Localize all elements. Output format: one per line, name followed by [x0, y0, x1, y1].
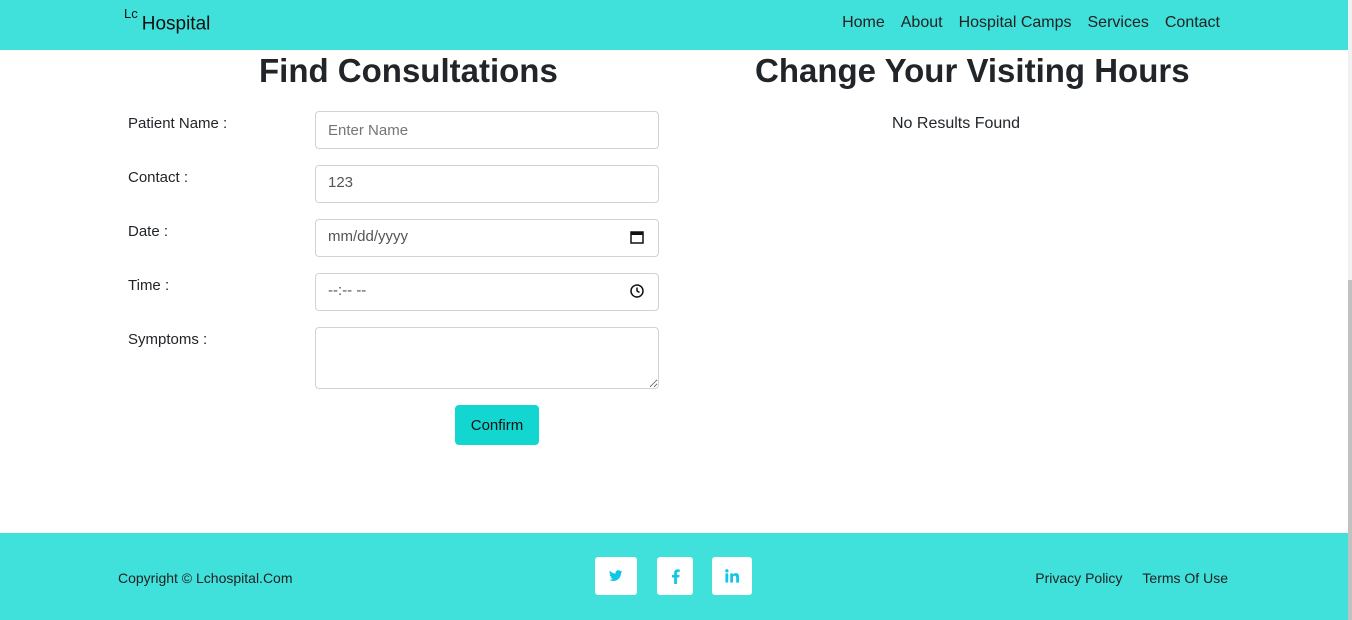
- visiting-hours-title: Change Your Visiting Hours: [755, 52, 1190, 89]
- linkedin-icon[interactable]: [712, 557, 752, 595]
- find-consultations-title: Find Consultations: [259, 52, 558, 89]
- patient-name-label: Patient Name :: [128, 115, 228, 132]
- scrollbar[interactable]: [1348, 0, 1352, 620]
- patient-name-input[interactable]: [315, 111, 659, 149]
- symptoms-textarea[interactable]: [315, 327, 659, 389]
- date-value: mm/dd/yyyy: [328, 228, 409, 245]
- date-label: Date :: [128, 223, 169, 240]
- navbar: Lc Hospital Home About Hospital Camps Ser…: [0, 0, 1348, 50]
- contact-value: 123: [328, 174, 354, 191]
- footer-links: Privacy Policy Terms Of Use: [1035, 570, 1228, 586]
- brand-name: Hospital: [141, 13, 211, 35]
- scrollbar-thumb[interactable]: [1348, 280, 1352, 620]
- brand-logo[interactable]: Lc Hospital: [124, 6, 211, 35]
- clock-icon[interactable]: [630, 284, 644, 301]
- brand-superscript: Lc: [124, 6, 138, 21]
- nav-services[interactable]: Services: [1088, 14, 1149, 32]
- footer: Copyright © Lchospital.Com Privacy Polic…: [0, 533, 1348, 620]
- terms-of-use-link[interactable]: Terms Of Use: [1142, 570, 1228, 586]
- nav-contact[interactable]: Contact: [1165, 14, 1220, 32]
- symptoms-label: Symptoms :: [128, 331, 208, 348]
- facebook-icon[interactable]: [657, 557, 693, 595]
- nav-about[interactable]: About: [901, 14, 943, 32]
- contact-label: Contact :: [128, 169, 189, 186]
- time-label: Time :: [128, 277, 170, 294]
- calendar-icon[interactable]: [630, 230, 644, 247]
- time-input[interactable]: --:-- --: [315, 273, 659, 311]
- nav-home[interactable]: Home: [842, 14, 885, 32]
- twitter-icon[interactable]: [595, 557, 637, 595]
- privacy-policy-link[interactable]: Privacy Policy: [1035, 570, 1122, 586]
- time-value: --:-- --: [328, 282, 367, 299]
- confirm-button[interactable]: Confirm: [455, 405, 539, 445]
- nav-hospital-camps[interactable]: Hospital Camps: [959, 14, 1072, 32]
- copyright-text: Copyright © Lchospital.Com: [118, 570, 293, 586]
- nav-links: Home About Hospital Camps Services Conta…: [842, 14, 1220, 32]
- no-results-text: No Results Found: [892, 115, 1021, 132]
- contact-input[interactable]: 123: [315, 165, 659, 203]
- date-input[interactable]: mm/dd/yyyy: [315, 219, 659, 257]
